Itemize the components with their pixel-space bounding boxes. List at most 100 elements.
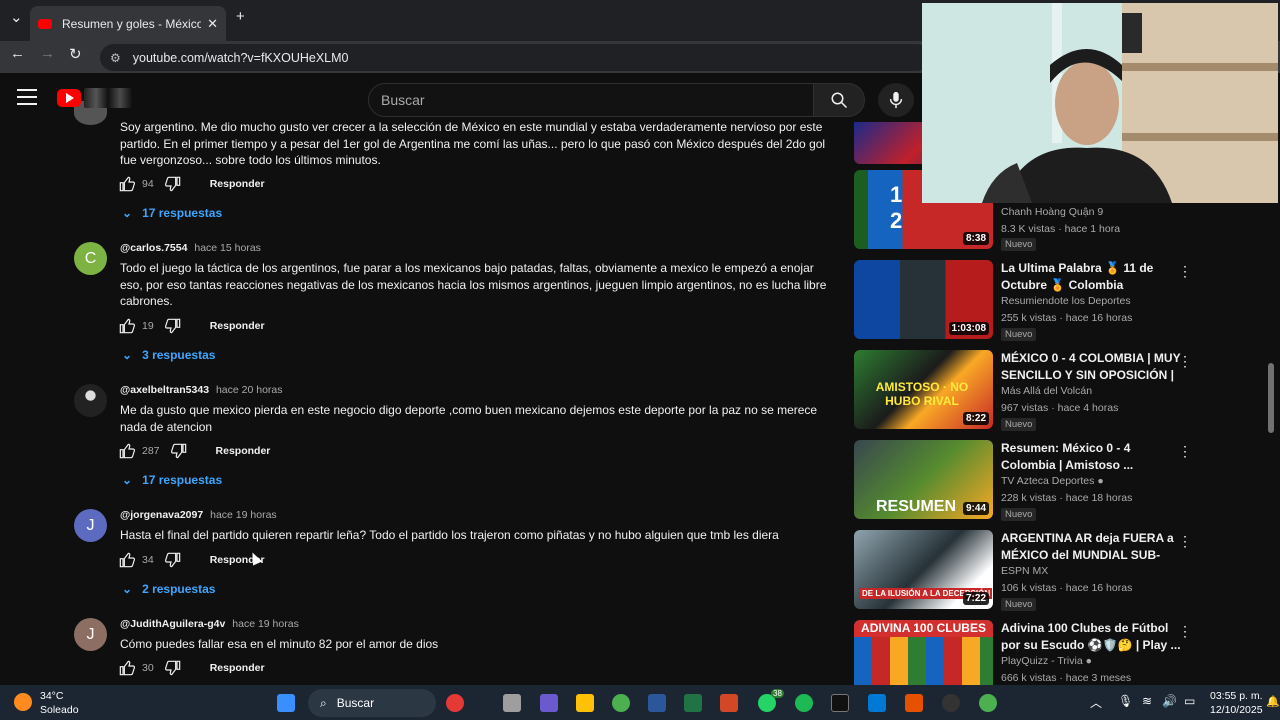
view-replies-button[interactable]: ⌄ 17 respuestas — [122, 206, 222, 220]
view-replies-button[interactable]: ⌄ 2 respuestas — [122, 582, 215, 596]
wifi-icon[interactable]: ≋ — [1142, 694, 1152, 708]
site-info-icon[interactable]: ⚙ — [110, 51, 121, 65]
microphone-tray-icon[interactable]: 🎙 — [1118, 694, 1133, 708]
windows-start-icon[interactable] — [277, 694, 295, 712]
dislike-icon[interactable] — [164, 176, 182, 192]
comment-time[interactable]: hace 19 horas — [232, 618, 299, 630]
dislike-icon[interactable] — [170, 443, 188, 459]
dislike-icon[interactable] — [164, 660, 182, 676]
file-explorer-icon[interactable] — [576, 694, 594, 712]
clock-date[interactable]: 12/10/2025 — [1210, 704, 1263, 716]
video-title[interactable]: La Ultima Palabra 🏅 11 de Octubre 🏅 Colo… — [1001, 260, 1181, 293]
video-channel[interactable]: Chanh Hoàng Quận 9 — [1001, 206, 1103, 218]
browser-tab[interactable]: Resumen y goles - México 0-2 ... ✕ — [30, 6, 226, 41]
weather-icon[interactable] — [14, 693, 32, 711]
page-scrollbar[interactable] — [1268, 363, 1274, 433]
related-video-item[interactable]: AMISTOSO · NO HUBO RIVAL 8:22 MÉXICO 0 -… — [854, 350, 1280, 431]
powerpoint-icon[interactable] — [720, 694, 738, 712]
more-options-icon[interactable]: ⋮ — [1178, 623, 1192, 640]
like-icon[interactable] — [118, 318, 136, 334]
like-icon[interactable] — [118, 552, 136, 568]
comment-author[interactable]: @carlos.7554 — [120, 242, 187, 254]
taskbar-search[interactable]: ⌕ Buscar — [308, 689, 436, 717]
related-video-item[interactable]: DE LA ILUSIÓN A LA DECEPCIÓN 7:22 ARGENT… — [854, 530, 1280, 611]
comment-time[interactable]: hace 19 horas — [210, 509, 277, 521]
menu-icon[interactable] — [17, 89, 37, 105]
video-channel[interactable]: Resumiendote los Deportes — [1001, 295, 1131, 307]
clock-time[interactable]: 03:55 p. m. — [1210, 690, 1263, 702]
reply-button[interactable]: Responder — [210, 178, 265, 190]
video-title[interactable]: ARGENTINA AR deja FUERA a MÉXICO del MUN… — [1001, 530, 1181, 563]
avatar[interactable]: J — [74, 618, 107, 651]
comment-time[interactable]: hace 15 horas — [194, 242, 261, 254]
more-options-icon[interactable]: ⋮ — [1178, 353, 1192, 370]
more-options-icon[interactable]: ⋮ — [1178, 443, 1192, 460]
forward-arrow-icon[interactable]: → — [40, 45, 55, 62]
video-thumbnail[interactable]: 1:03:08 — [854, 260, 993, 339]
avatar[interactable]: J — [74, 509, 107, 542]
video-channel[interactable]: TV Azteca Deportes ● — [1001, 475, 1104, 487]
comment-author[interactable]: @jorgenava2097 — [120, 509, 203, 521]
like-icon[interactable] — [118, 176, 136, 192]
word-icon[interactable] — [648, 694, 666, 712]
address-bar[interactable]: ⚙ youtube.com/watch?v=fKXOUHeXLM0 — [100, 44, 930, 71]
battery-icon[interactable]: ▭ — [1184, 694, 1195, 708]
video-thumbnail[interactable]: AMISTOSO · NO HUBO RIVAL 8:22 — [854, 350, 993, 429]
chrome-active-icon[interactable] — [979, 694, 997, 712]
search-button[interactable] — [813, 83, 865, 117]
notion-icon[interactable] — [831, 694, 849, 712]
task-view-icon[interactable] — [503, 694, 521, 712]
dislike-icon[interactable] — [164, 318, 182, 334]
reply-button[interactable]: Responder — [216, 445, 271, 457]
view-replies-button[interactable]: ⌄ 17 respuestas — [122, 473, 222, 487]
dislike-icon[interactable] — [164, 552, 182, 568]
video-channel[interactable]: ESPN MX — [1001, 565, 1048, 577]
video-thumbnail[interactable]: RESUMEN 9:44 — [854, 440, 993, 519]
related-video-item[interactable]: RESUMEN 9:44 Resumen: México 0 - 4 Colom… — [854, 440, 1280, 521]
video-title[interactable]: Adivina 100 Clubes de Fútbol por su Escu… — [1001, 620, 1181, 653]
app-four-icon[interactable] — [905, 694, 923, 712]
more-options-icon[interactable]: ⋮ — [1178, 533, 1192, 550]
reply-button[interactable]: Responder — [210, 320, 265, 332]
video-channel[interactable]: Más Allá del Volcán — [1001, 385, 1092, 397]
app-fruit-icon[interactable] — [446, 694, 464, 712]
comment-author[interactable]: @axelbeltran5343 — [120, 384, 209, 396]
avatar[interactable] — [74, 384, 107, 417]
avatar[interactable]: C — [74, 242, 107, 275]
new-tab-plus-icon[interactable]: + — [236, 8, 245, 25]
video-title[interactable]: MÉXICO 0 - 4 COLOMBIA | MUY SENCILLO Y S… — [1001, 350, 1181, 383]
youtube-logo[interactable] — [57, 89, 81, 107]
excel-icon[interactable] — [684, 694, 702, 712]
video-title[interactable]: Resumen: México 0 - 4 Colombia | Amistos… — [1001, 440, 1181, 473]
more-options-icon[interactable]: ⋮ — [1178, 263, 1192, 280]
obs-icon[interactable] — [942, 694, 960, 712]
video-thumbnail[interactable]: DE LA ILUSIÓN A LA DECEPCIÓN 7:22 — [854, 530, 993, 609]
weather-condition[interactable]: Soleado — [40, 704, 79, 716]
reload-icon[interactable]: ↻ — [69, 45, 82, 63]
like-icon[interactable] — [118, 443, 136, 459]
comment-author[interactable]: @JudithAguilera-g4v — [120, 618, 225, 630]
video-channel[interactable]: PlayQuizz - Trivia ● — [1001, 655, 1092, 667]
voice-search-button[interactable] — [878, 83, 914, 117]
tray-chevron-icon[interactable]: ︿ — [1090, 694, 1102, 711]
notification-bell-icon[interactable]: 🔔 — [1266, 695, 1280, 708]
like-icon[interactable] — [118, 660, 136, 676]
weather-temperature[interactable]: 34°C — [40, 690, 63, 702]
verified-icon: ● — [1097, 475, 1104, 487]
copilot-icon[interactable] — [540, 694, 558, 712]
related-video-item[interactable]: ADIVINA 100 CLUBES Adivina 100 Clubes de… — [854, 620, 1280, 685]
related-video-item[interactable]: 1:03:08 La Ultima Palabra 🏅 11 de Octubr… — [854, 260, 1280, 341]
comment-time[interactable]: hace 20 horas — [216, 384, 283, 396]
view-replies-button[interactable]: ⌄ 3 respuestas — [122, 348, 215, 362]
video-thumbnail[interactable]: ADIVINA 100 CLUBES — [854, 620, 993, 685]
search-input[interactable]: Buscar — [368, 83, 814, 117]
tab-search-icon[interactable]: ⌄ — [10, 8, 23, 26]
back-arrow-icon[interactable]: ← — [10, 45, 25, 62]
volume-icon[interactable]: 🔊 — [1162, 694, 1177, 708]
logo-doodle[interactable] — [84, 88, 132, 108]
spotify-icon[interactable] — [795, 694, 813, 712]
reply-button[interactable]: Responder — [210, 662, 265, 674]
close-tab-icon[interactable]: ✕ — [207, 16, 218, 32]
chrome-icon[interactable] — [612, 694, 630, 712]
outlook-icon[interactable] — [868, 694, 886, 712]
